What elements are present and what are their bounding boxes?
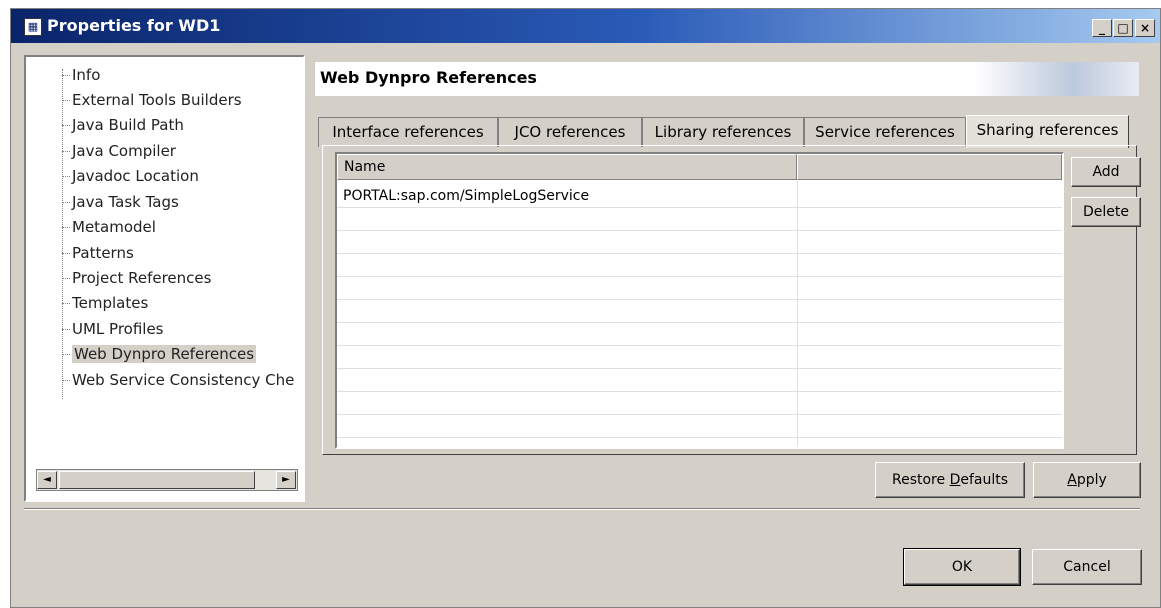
page-header: Web Dynpro References	[315, 62, 1139, 96]
tree-item-java-build-path[interactable]: Java Build Path	[62, 114, 184, 136]
title-bar[interactable]: ▦ Properties for WD1 _ □ ×	[11, 9, 1160, 43]
row-divider	[337, 345, 1062, 346]
row-divider	[337, 437, 1062, 438]
scrollbar-thumb[interactable]	[59, 471, 255, 489]
tree-item-javadoc-location[interactable]: Javadoc Location	[62, 165, 199, 187]
close-button[interactable]: ×	[1135, 19, 1155, 37]
scroll-right-icon[interactable]: ►	[276, 471, 296, 489]
tab-library-references[interactable]: Library references	[642, 117, 804, 147]
row-divider	[337, 276, 1062, 277]
tab-jco-references[interactable]: JCO references	[498, 117, 642, 147]
apply-mnemonic: A	[1067, 472, 1077, 488]
tab-bar: Interface references JCO references Libr…	[318, 115, 1142, 148]
cancel-button[interactable]: Cancel	[1032, 549, 1142, 585]
table-row-name-cell[interactable]: PORTAL:sap.com/SimpleLogService	[337, 186, 797, 206]
app-icon: ▦	[24, 18, 42, 36]
property-pages-panel: Info External Tools Builders Java Build …	[24, 55, 305, 502]
tab-interface-references[interactable]: Interface references	[318, 117, 498, 147]
maximize-button[interactable]: □	[1113, 19, 1133, 37]
tab-sharing-references[interactable]: Sharing references	[966, 115, 1129, 148]
tree-item-info[interactable]: Info	[62, 64, 100, 86]
tree-item-metamodel[interactable]: Metamodel	[62, 216, 156, 238]
apply-button[interactable]: Apply	[1033, 462, 1141, 498]
tree-item-web-service-consistency-check[interactable]: Web Service Consistency Che	[62, 369, 294, 391]
row-divider	[337, 322, 1062, 323]
delete-button[interactable]: Delete	[1071, 197, 1141, 227]
restore-defaults-mnemonic: D	[949, 472, 961, 488]
row-divider	[337, 207, 1062, 208]
row-divider	[337, 368, 1062, 369]
column-header-blank[interactable]	[797, 154, 1062, 180]
row-divider	[337, 391, 1062, 392]
restore-defaults-text-1: Restore	[891, 472, 950, 488]
ok-button[interactable]: OK	[903, 548, 1021, 586]
column-divider	[797, 180, 798, 447]
row-divider	[337, 414, 1062, 415]
minimize-button[interactable]: _	[1092, 19, 1112, 37]
tree-item-java-compiler[interactable]: Java Compiler	[62, 140, 176, 162]
restore-defaults-text-2: efaults	[960, 472, 1009, 488]
tree-item-java-task-tags[interactable]: Java Task Tags	[62, 191, 179, 213]
tree-item-web-dynpro-references[interactable]: Web Dynpro References	[62, 343, 257, 365]
horizontal-scrollbar[interactable]: ◄ ►	[36, 469, 298, 491]
separator	[24, 508, 1140, 510]
sharing-references-table[interactable]: Name PORTAL:sap.com/SimpleLogService	[335, 152, 1064, 449]
restore-defaults-button[interactable]: Restore Defaults	[875, 462, 1025, 498]
property-pages-tree[interactable]: Info External Tools Builders Java Build …	[26, 57, 303, 465]
apply-text: pply	[1076, 472, 1107, 488]
tree-item-templates[interactable]: Templates	[62, 292, 148, 314]
row-divider	[337, 253, 1062, 254]
page-title: Web Dynpro References	[320, 68, 537, 87]
row-divider	[337, 230, 1062, 231]
tab-service-references[interactable]: Service references	[804, 117, 966, 147]
scroll-left-icon[interactable]: ◄	[37, 471, 57, 489]
tree-item-project-references[interactable]: Project References	[62, 267, 211, 289]
column-header-name[interactable]: Name	[337, 154, 797, 180]
tree-item-external-tools-builders[interactable]: External Tools Builders	[62, 89, 242, 111]
tree-item-uml-profiles[interactable]: UML Profiles	[62, 318, 164, 340]
tree-item-patterns[interactable]: Patterns	[62, 242, 134, 264]
add-button[interactable]: Add	[1071, 157, 1141, 187]
window-title: Properties for WD1	[47, 16, 221, 35]
row-divider	[337, 299, 1062, 300]
table-row-value-cell[interactable]	[797, 186, 1062, 206]
